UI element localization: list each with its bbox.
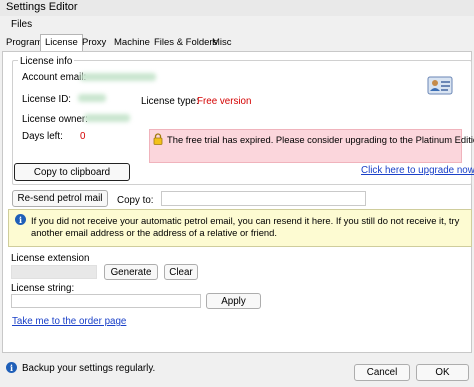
status-text: Backup your settings regularly. <box>22 363 156 374</box>
resend-mail-button[interactable]: Re-send petrol mail <box>12 190 108 207</box>
menu-bar: Files <box>0 16 474 33</box>
ok-button[interactable]: OK <box>416 364 469 381</box>
license-type-label: License type: <box>141 96 199 107</box>
info-icon: i <box>15 214 26 225</box>
tab-license[interactable]: License <box>40 34 83 51</box>
tab-misc[interactable]: Misc <box>208 35 236 50</box>
generate-button[interactable]: Generate <box>104 264 158 280</box>
license-extension-input[interactable] <box>11 265 97 279</box>
license-string-input[interactable] <box>11 294 201 308</box>
license-extension-label: License extension <box>11 253 90 264</box>
copy-to-label: Copy to: <box>117 195 154 206</box>
resend-info-text: If you did not receive your automatic pe… <box>31 215 460 238</box>
apply-button[interactable]: Apply <box>206 293 261 309</box>
license-type-value: Free version <box>197 96 252 107</box>
copy-to-input[interactable] <box>161 191 366 206</box>
days-left-label: Days left: <box>22 131 63 142</box>
window-title: Settings Editor <box>6 1 78 13</box>
license-owner-label: License owner: <box>22 114 88 125</box>
account-email-label: Account email: <box>22 72 87 83</box>
days-left-value: 0 <box>80 131 86 142</box>
account-email-value <box>80 73 156 81</box>
tab-proxy[interactable]: Proxy <box>78 35 110 50</box>
license-info-title: License info <box>18 56 75 67</box>
status-info-icon: i <box>6 362 17 373</box>
copy-to-clipboard-button[interactable]: Copy to clipboard <box>14 163 130 181</box>
menu-files[interactable]: Files <box>11 19 32 30</box>
title-bar: Settings Editor <box>0 0 474 16</box>
license-string-label: License string: <box>11 283 75 294</box>
license-id-label: License ID: <box>22 94 72 105</box>
cancel-button[interactable]: Cancel <box>354 364 410 381</box>
license-owner-value <box>84 114 130 122</box>
order-page-link[interactable]: Take me to the order page <box>12 316 126 327</box>
license-id-value <box>78 94 106 102</box>
upgrade-link[interactable]: Click here to upgrade now <box>361 165 474 176</box>
tab-machine[interactable]: Machine <box>110 35 154 50</box>
contact-card-icon <box>427 72 453 98</box>
clear-button[interactable]: Clear <box>164 264 198 280</box>
warning-text: The free trial has expired. Please consi… <box>167 134 474 145</box>
lock-icon <box>153 133 163 145</box>
